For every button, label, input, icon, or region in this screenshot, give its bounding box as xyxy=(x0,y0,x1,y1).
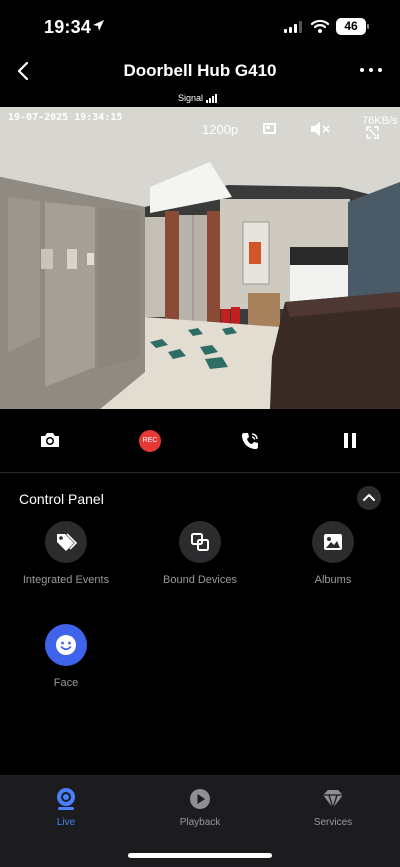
diamond-icon xyxy=(323,790,343,811)
feature-face[interactable]: Face xyxy=(1,624,131,689)
status-time: 19:34 xyxy=(44,17,92,37)
feature-label: Face xyxy=(53,677,79,689)
resolution-button[interactable]: 1200p xyxy=(202,122,238,137)
play-circle-icon xyxy=(190,789,210,809)
feature-albums[interactable]: Albums xyxy=(268,521,398,586)
status-bar: 19:34 46 xyxy=(0,0,400,54)
battery-icon: 46 xyxy=(336,18,366,35)
signal-indicator: Signal xyxy=(178,93,218,103)
smiley-face-icon xyxy=(56,635,76,655)
tab-label: Live xyxy=(56,817,76,828)
feature-label: Bound Devices xyxy=(163,574,237,586)
tab-services[interactable]: Services xyxy=(283,787,383,828)
bound-devices-button[interactable] xyxy=(179,521,221,563)
integrated-events-button[interactable] xyxy=(45,521,87,563)
tab-label: Services xyxy=(313,817,353,828)
tab-live[interactable]: Live xyxy=(16,787,116,828)
split-view-icon[interactable] xyxy=(263,123,276,134)
video-control-bar: REC xyxy=(0,409,400,473)
feature-label: Albums xyxy=(314,574,352,586)
control-panel-title: Control Panel xyxy=(19,491,104,507)
live-video-feed[interactable]: 19-07-2025 19:34:15 1200p 76KB/s xyxy=(0,107,400,409)
wifi-icon xyxy=(311,19,329,33)
live-camera-icon xyxy=(57,788,75,810)
feature-bound-devices[interactable]: Bound Devices xyxy=(135,521,265,586)
tags-icon xyxy=(57,533,77,551)
albums-button[interactable] xyxy=(312,521,354,563)
linked-squares-icon xyxy=(191,533,209,551)
nav-bar: Doorbell Hub G410 xyxy=(0,54,400,90)
location-arrow-icon xyxy=(93,20,104,31)
camera-scene-image xyxy=(0,107,400,409)
battery-cap xyxy=(367,24,369,29)
face-button[interactable] xyxy=(45,624,87,666)
signal-label: Signal xyxy=(178,93,204,103)
signal-strength-icon xyxy=(206,94,218,103)
tab-label: Playback xyxy=(179,817,221,828)
intercom-phone-icon[interactable] xyxy=(240,431,260,451)
fullscreen-icon[interactable] xyxy=(366,126,379,139)
camera-icon[interactable] xyxy=(39,431,61,449)
collapse-button[interactable] xyxy=(357,486,381,510)
home-indicator[interactable] xyxy=(128,853,272,858)
video-timestamp: 19-07-2025 19:34:15 xyxy=(8,112,123,123)
tab-playback[interactable]: Playback xyxy=(150,787,250,828)
feature-label: Integrated Events xyxy=(22,574,110,586)
feature-integrated-events[interactable]: Integrated Events xyxy=(1,521,131,586)
image-icon xyxy=(324,534,342,550)
cellular-signal-icon xyxy=(284,21,302,33)
chevron-up-icon xyxy=(363,494,375,501)
pause-icon[interactable] xyxy=(343,431,357,449)
page-title: Doorbell Hub G410 xyxy=(123,61,277,80)
record-icon[interactable]: REC xyxy=(139,430,161,452)
more-icon[interactable] xyxy=(360,66,382,74)
mute-icon[interactable] xyxy=(310,121,332,137)
